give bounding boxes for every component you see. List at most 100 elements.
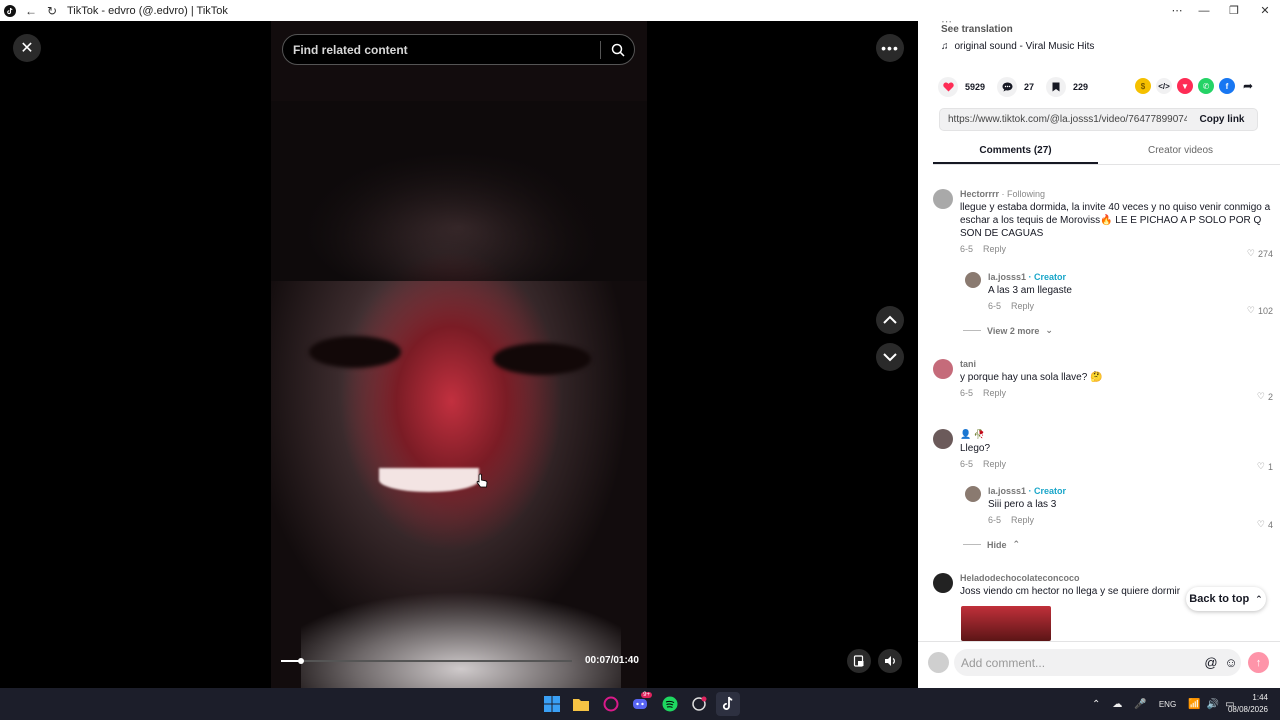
emoji-icon[interactable]: ☺ xyxy=(1221,655,1241,670)
comment-meta: 6-5 Reply xyxy=(960,388,1273,398)
comment-like[interactable]: ♡ 274 xyxy=(1247,248,1273,259)
coin-share-icon[interactable]: $ xyxy=(1135,78,1151,94)
comment-text: y porque hay una sola llave? 🤔 xyxy=(960,372,1103,383)
more-options-button[interactable]: ••• xyxy=(876,34,904,62)
tab-comments[interactable]: Comments (27) xyxy=(933,136,1098,164)
reply-button[interactable]: Reply xyxy=(1011,301,1034,311)
microphone-icon[interactable]: 🎤 xyxy=(1134,699,1146,710)
tray-chevron-up-icon[interactable]: ⌃ xyxy=(1092,699,1100,710)
comment-text: Siii pero a las 3 xyxy=(988,499,1057,510)
mention-icon[interactable]: @ xyxy=(1201,655,1221,670)
language-indicator[interactable]: ENG xyxy=(1159,700,1176,709)
hide-replies[interactable]: Hide ⌃ xyxy=(963,539,1020,550)
heart-outline-icon[interactable]: ♡ xyxy=(1247,248,1255,259)
volume-tray-icon[interactable]: 🔊 xyxy=(1207,699,1219,710)
comment-text: Llego? xyxy=(960,443,991,454)
more-options-icon[interactable]: ⋯ xyxy=(1162,0,1192,21)
tab-creator-videos[interactable]: Creator videos xyxy=(1098,136,1263,164)
restore-icon[interactable]: ❐ xyxy=(1219,0,1249,21)
file-explorer-icon[interactable] xyxy=(569,692,593,716)
avatar[interactable] xyxy=(965,272,981,288)
system-clock[interactable]: 1:44 08/08/2026 xyxy=(1224,692,1268,716)
view-more-label[interactable]: View 2 more xyxy=(987,326,1039,336)
music-note-icon: ♫ xyxy=(941,41,949,52)
avatar[interactable] xyxy=(933,189,953,209)
reply-button[interactable]: Reply xyxy=(983,459,1006,469)
close-window-icon[interactable]: ✕ xyxy=(1250,0,1280,21)
picture-in-picture-button[interactable] xyxy=(847,649,871,673)
hide-label[interactable]: Hide xyxy=(987,540,1007,550)
heart-outline-icon[interactable]: ♡ xyxy=(1257,519,1265,530)
heart-icon[interactable] xyxy=(938,77,958,97)
avatar[interactable] xyxy=(933,359,953,379)
whatsapp-icon[interactable]: ✆ xyxy=(1198,78,1214,94)
video-player-area: ✕ Find related content ••• 00:07/01:40 xyxy=(0,21,918,688)
facebook-icon[interactable]: f xyxy=(1219,78,1235,94)
opera-gx-icon[interactable] xyxy=(599,692,623,716)
view-more-replies[interactable]: View 2 more ⌄ xyxy=(963,325,1053,336)
comment-like[interactable]: ♡ 1 xyxy=(1257,461,1273,472)
my-avatar xyxy=(928,652,949,673)
search-icon[interactable] xyxy=(601,43,634,57)
find-related-search[interactable]: Find related content xyxy=(282,34,635,65)
music-info[interactable]: ♫ original sound - Viral Music Hits xyxy=(941,41,1094,52)
next-video-button[interactable] xyxy=(876,343,904,371)
comment-username[interactable]: Hectorrrr · Following xyxy=(960,189,1273,199)
comment-username[interactable]: Heladodechocolateconcoco xyxy=(960,573,1273,583)
bookmark-icon[interactable] xyxy=(1046,77,1067,97)
reply-button[interactable]: Reply xyxy=(1011,515,1034,525)
avatar[interactable] xyxy=(965,486,981,502)
volume-button[interactable] xyxy=(878,649,902,673)
speaker-icon xyxy=(884,656,895,666)
clock-date: 08/08/2026 xyxy=(1227,705,1268,714)
video-progress-bar[interactable] xyxy=(281,658,572,664)
tiktok-taskbar-icon[interactable] xyxy=(716,692,740,716)
add-comment-placeholder: Add comment... xyxy=(961,655,1046,670)
onedrive-cloud-icon[interactable]: ☁ xyxy=(1112,699,1122,710)
discord-icon[interactable]: 9+ xyxy=(628,692,652,716)
windows-start-icon[interactable] xyxy=(540,692,564,716)
close-video-button[interactable]: ✕ xyxy=(13,34,41,62)
comment-text: llegue y estaba dormida, la invite 40 ve… xyxy=(960,202,1271,239)
comment-username[interactable]: la.josss1 · Creator xyxy=(988,272,1273,282)
comment-like[interactable]: ♡ 102 xyxy=(1247,305,1273,316)
save-action[interactable]: 229 xyxy=(1046,77,1088,97)
wifi-icon[interactable]: 📶 xyxy=(1188,699,1200,710)
heart-outline-icon[interactable]: ♡ xyxy=(1257,391,1265,402)
comment-count: 27 xyxy=(1024,82,1035,92)
avatar[interactable] xyxy=(933,429,953,449)
previous-video-button[interactable] xyxy=(876,306,904,334)
avatar[interactable] xyxy=(933,573,953,593)
back-to-top-button[interactable]: Back to top ⌃ xyxy=(1186,587,1266,611)
back-arrow-icon[interactable]: ← xyxy=(22,2,40,20)
reload-icon[interactable]: ↻ xyxy=(43,2,61,20)
chatgpt-icon[interactable] xyxy=(687,692,711,716)
reply-button[interactable]: Reply xyxy=(983,388,1006,398)
comment-like[interactable]: ♡ 4 xyxy=(1257,519,1273,530)
comment-action[interactable]: 27 xyxy=(997,77,1034,97)
divider-line xyxy=(963,544,981,545)
send-to-friends-icon[interactable]: ▼ xyxy=(1177,78,1193,94)
like-action[interactable]: 5929 xyxy=(938,77,985,97)
reply-button[interactable]: Reply xyxy=(983,244,1006,254)
spotify-icon[interactable] xyxy=(658,692,682,716)
post-comment-button[interactable]: ↑ xyxy=(1248,652,1269,673)
comment-bubble-icon[interactable] xyxy=(997,77,1018,97)
embed-code-icon[interactable]: </> xyxy=(1156,78,1172,94)
copy-link-button[interactable]: Copy link xyxy=(1187,114,1257,125)
comment-username[interactable]: tani xyxy=(960,359,1273,369)
see-translation-link[interactable]: See translation xyxy=(941,24,1013,35)
reply-item: la.josss1 · Creator A las 3 am llegaste … xyxy=(965,272,1273,316)
heart-outline-icon[interactable]: ♡ xyxy=(1257,461,1265,472)
add-comment-input[interactable]: Add comment... @ ☺ xyxy=(954,649,1241,676)
comment-username[interactable]: 👤 🥀 xyxy=(960,429,1273,440)
share-arrow-icon[interactable]: ➦ xyxy=(1240,78,1256,94)
comment-like[interactable]: ♡ 2 xyxy=(1257,391,1273,402)
minimize-icon[interactable]: — xyxy=(1189,0,1219,21)
video-frame[interactable] xyxy=(271,21,647,688)
search-placeholder: Find related content xyxy=(293,42,408,57)
comment-image[interactable] xyxy=(961,606,1051,641)
heart-outline-icon[interactable]: ♡ xyxy=(1247,305,1255,316)
system-tray: ⌃ ☁ 🎤 ENG 📶 🔊 ▭ xyxy=(1092,688,1235,720)
comment-username[interactable]: la.josss1 · Creator xyxy=(988,486,1273,496)
